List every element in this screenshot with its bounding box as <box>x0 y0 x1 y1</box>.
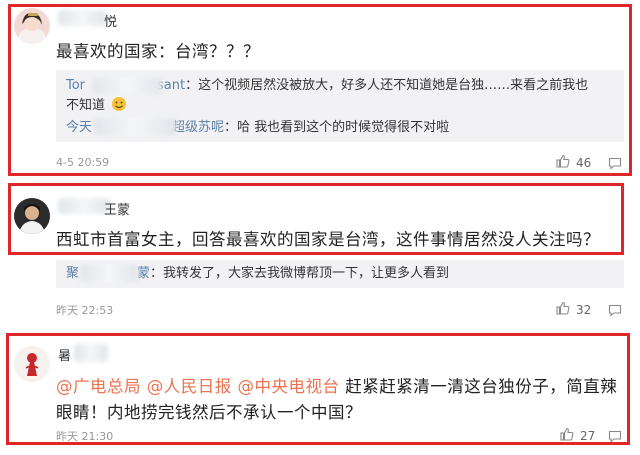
reply-user[interactable]: 今天 <box>66 120 92 135</box>
like-button[interactable]: 46 <box>556 154 591 171</box>
mention-link[interactable]: @广电总局 <box>56 377 141 396</box>
emoji-icon <box>111 96 127 112</box>
comment-1: 悦 最喜欢的国家：台湾？？？ Tor sant：这个视频居然没被放大，好多人还不知… <box>0 0 640 180</box>
comment-body-cont: 眼睛！内地捞完钱然后不承认一个中国？ <box>56 403 362 422</box>
username-blur <box>80 264 138 282</box>
comment-text: 最喜欢的国家：台湾？？？ <box>56 42 260 61</box>
comment-3: 暑 @广电总局 @人民日报 @中央电视台 赶紧赶紧清一清这台独份子，简直辣 眼睛… <box>0 330 640 455</box>
reply-text: 不知道 <box>66 98 106 113</box>
like-button[interactable]: 27 <box>560 427 595 444</box>
username[interactable]: 暑 <box>58 345 71 364</box>
like-button[interactable]: 32 <box>556 301 591 318</box>
comment-2: 王蒙 西虹市首富女主，回答最喜欢的国家是台湾，这件事情居然没人关注吗？ 聚 蒙：我… <box>0 180 640 328</box>
reply-1-cont: 不知道 <box>66 96 127 116</box>
like-count: 27 <box>580 428 596 443</box>
comment-icon[interactable] <box>608 155 622 174</box>
timestamp: 昨天 22:53 <box>56 304 114 317</box>
comment-icon[interactable] <box>608 428 622 447</box>
username-blur <box>74 344 108 362</box>
timestamp: 昨天 21:30 <box>56 430 114 443</box>
avatar[interactable] <box>14 8 50 44</box>
comment-icon[interactable] <box>608 302 622 321</box>
reply-user[interactable]: Tor <box>66 78 85 93</box>
reply-user[interactable]: 聚 <box>66 266 79 281</box>
mention-link[interactable]: @人民日报 <box>147 377 232 396</box>
thumbs-up-icon <box>556 301 570 318</box>
username-blur <box>58 198 110 214</box>
reply-text: ：我转发了，大家去我微博帮顶一下，让更多人看到 <box>150 266 450 281</box>
like-count: 32 <box>576 302 592 317</box>
comment-text: @广电总局 @人民日报 @中央电视台 赶紧赶紧清一清这台独份子，简直辣 眼睛！内… <box>56 374 626 426</box>
reply-text: ：这个视频居然没被放大，好多人还不知道她是台独……来看之前我也 <box>185 78 589 93</box>
avatar[interactable] <box>14 346 50 382</box>
mention-link[interactable]: @中央电视台 <box>238 377 340 396</box>
username-blur <box>92 78 162 94</box>
thumbs-up-icon <box>560 427 574 444</box>
comment-body: 赶紧赶紧清一清这台独份子，简直辣 <box>345 377 618 396</box>
username[interactable]: 王蒙 <box>104 199 130 218</box>
timestamp: 4-5 20:59 <box>56 156 110 169</box>
reply-text: ：哈 我也看到这个的时候觉得很不对啦 <box>224 120 450 135</box>
username-blur <box>94 118 176 136</box>
thumbs-up-icon <box>556 154 570 171</box>
username[interactable]: 悦 <box>104 11 117 30</box>
avatar[interactable] <box>14 198 50 234</box>
reply-user[interactable]: 超级苏呢 <box>172 120 224 135</box>
reply-user[interactable]: 蒙 <box>137 266 150 281</box>
like-count: 46 <box>576 155 592 170</box>
username-blur <box>58 10 106 26</box>
reply-1: 聚 蒙：我转发了，大家去我微博帮顶一下，让更多人看到 <box>66 264 618 284</box>
comment-text: 西虹市首富女主，回答最喜欢的国家是台湾，这件事情居然没人关注吗？ <box>56 230 600 249</box>
